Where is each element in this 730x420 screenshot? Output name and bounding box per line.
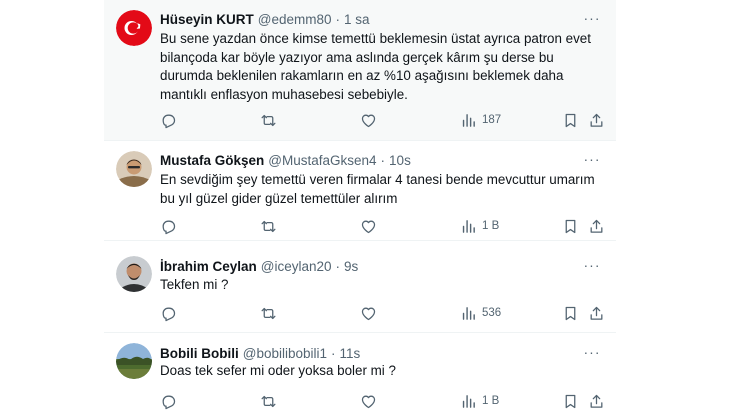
avatar[interactable]: [116, 10, 152, 46]
tweet[interactable]: Mustafa Gökşen @MustafaGksen4 · 10s ··· …: [104, 141, 616, 241]
timestamp[interactable]: 9s: [344, 259, 358, 274]
timestamp[interactable]: 1 sa: [344, 12, 370, 27]
tweet[interactable]: Bobili Bobili @bobilibobili1 · 11s ··· D…: [104, 333, 616, 420]
like-icon: [361, 114, 376, 127]
like-button[interactable]: [360, 110, 377, 130]
like-icon: [361, 307, 376, 320]
reply-button[interactable]: [160, 303, 177, 323]
tweet[interactable]: Hüseyin KURT @edemm80 · 1 sa ··· Bu sene…: [104, 0, 616, 141]
reply-icon: [162, 220, 176, 234]
views-button[interactable]: 187: [460, 110, 501, 130]
views-icon: [462, 219, 475, 233]
more-options-icon[interactable]: ···: [582, 10, 602, 28]
like-button[interactable]: [360, 216, 377, 236]
share-icon: [590, 394, 603, 408]
reply-button[interactable]: [160, 216, 177, 236]
separator-dot: ·: [380, 152, 386, 168]
tweet-header: İbrahim Ceylan @iceylan20 · 9s ···: [160, 257, 602, 275]
author-handle[interactable]: @iceylan20: [261, 259, 332, 274]
more-options-icon[interactable]: ···: [582, 344, 602, 362]
bookmark-icon: [565, 113, 576, 127]
tweet-header: Mustafa Gökşen @MustafaGksen4 · 10s ···: [160, 151, 602, 169]
views-button[interactable]: 1 B: [460, 216, 499, 236]
tweet-text: Bu sene yazdan önce kimse temettü beklem…: [160, 31, 591, 102]
share-icon: [590, 219, 603, 233]
timestamp[interactable]: 10s: [389, 153, 411, 168]
reply-button[interactable]: [160, 391, 177, 411]
tweet-header: Hüseyin KURT @edemm80 · 1 sa ···: [160, 10, 602, 28]
views-icon: [462, 306, 475, 320]
landscape-photo-avatar-icon: [116, 343, 152, 379]
action-bar: 1 B: [160, 216, 605, 236]
avatar[interactable]: [116, 256, 152, 292]
share-button[interactable]: [588, 391, 605, 411]
share-icon: [590, 306, 603, 320]
author-name[interactable]: Mustafa Gökşen: [160, 153, 264, 168]
views-count: 1 B: [482, 395, 500, 407]
separator-dot: ·: [335, 258, 341, 274]
reply-icon: [162, 114, 176, 128]
avatar[interactable]: [116, 343, 152, 379]
views-button[interactable]: 1 B: [460, 391, 499, 411]
bookmark-button[interactable]: [562, 216, 579, 236]
bookmark-button[interactable]: [562, 391, 579, 411]
reply-button[interactable]: [160, 110, 177, 130]
share-button[interactable]: [588, 216, 605, 236]
author-name[interactable]: Bobili Bobili: [160, 346, 239, 361]
like-icon: [361, 395, 376, 408]
author-handle[interactable]: @bobilibobili1: [243, 346, 327, 361]
views-count: 187: [482, 114, 502, 126]
more-options-icon[interactable]: ···: [582, 257, 602, 275]
retweet-icon: [261, 307, 276, 319]
author-handle[interactable]: @edemm80: [258, 12, 332, 27]
bookmark-button[interactable]: [562, 303, 579, 323]
retweet-icon: [261, 114, 276, 126]
action-bar: 1 B: [160, 391, 605, 411]
action-bar: 187: [160, 110, 605, 130]
share-button[interactable]: [588, 110, 605, 130]
avatar[interactable]: [116, 151, 152, 187]
retweet-button[interactable]: [260, 216, 277, 236]
share-button[interactable]: [588, 303, 605, 323]
timestamp[interactable]: 11s: [340, 346, 361, 361]
author-name[interactable]: Hüseyin KURT: [160, 12, 254, 27]
separator-dot: ·: [335, 11, 341, 27]
person-photo-avatar-icon: [116, 151, 152, 187]
separator-dot: ·: [331, 345, 336, 361]
tweet-text: En sevdiğim şey temettü veren firmalar 4…: [160, 172, 595, 206]
retweet-button[interactable]: [260, 110, 277, 130]
views-button[interactable]: 536: [460, 303, 501, 323]
retweet-button[interactable]: [260, 303, 277, 323]
like-button[interactable]: [360, 303, 377, 323]
retweet-icon: [261, 395, 276, 407]
tweet-header: Bobili Bobili @bobilibobili1 · 11s ···: [160, 344, 602, 362]
bookmark-icon: [565, 219, 576, 233]
bookmark-button[interactable]: [562, 110, 579, 130]
turkish-flag-avatar-icon: [116, 10, 152, 46]
author-handle[interactable]: @MustafaGksen4: [268, 153, 376, 168]
views-icon: [462, 394, 475, 408]
like-icon: [361, 220, 376, 233]
retweet-button[interactable]: [260, 391, 277, 411]
tweet-text: Doas tek sefer mi oder yoksa boler mi ?: [160, 363, 396, 378]
tweet-text: Tekfen mi ?: [160, 277, 229, 292]
reply-icon: [162, 395, 176, 409]
action-bar: 536: [160, 303, 605, 323]
share-icon: [590, 113, 603, 127]
reply-icon: [162, 307, 176, 321]
more-options-icon[interactable]: ···: [582, 151, 602, 169]
bookmark-icon: [565, 394, 576, 408]
reply-feed: Hüseyin KURT @edemm80 · 1 sa ··· Bu sene…: [104, 0, 616, 420]
like-button[interactable]: [360, 391, 377, 411]
bookmark-icon: [565, 306, 576, 320]
retweet-icon: [261, 220, 276, 232]
person-photo-avatar-icon: [116, 256, 152, 292]
views-count: 1 B: [482, 220, 500, 232]
tweet[interactable]: İbrahim Ceylan @iceylan20 · 9s ··· Tekfe…: [104, 241, 616, 333]
views-count: 536: [482, 307, 502, 319]
author-name[interactable]: İbrahim Ceylan: [160, 259, 257, 274]
views-icon: [462, 113, 475, 127]
